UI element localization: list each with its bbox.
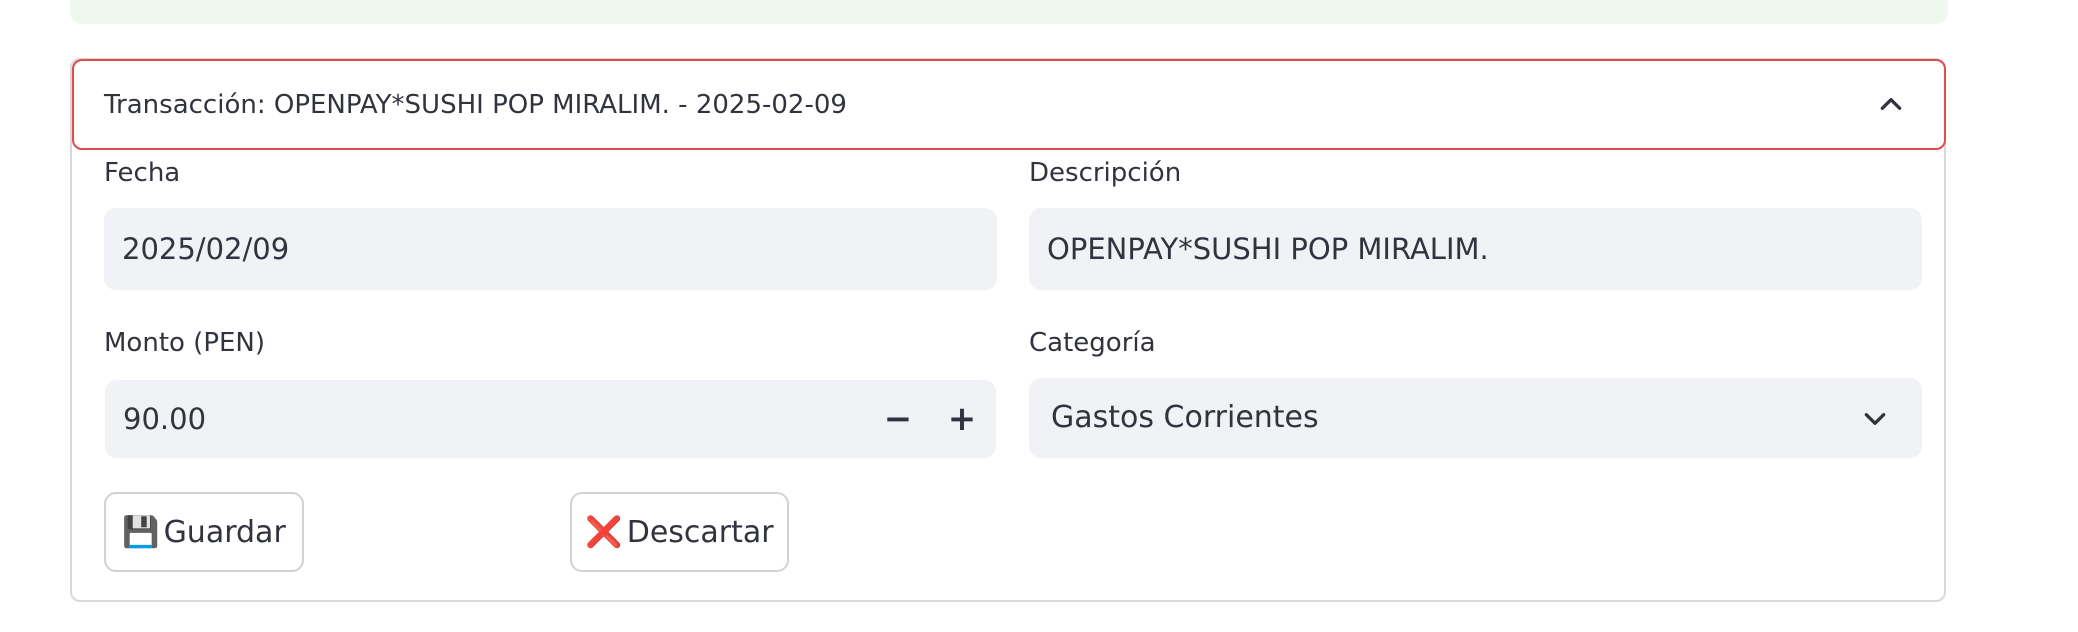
decrement-button[interactable]: − <box>868 380 928 458</box>
expander-title: Transacción: OPENPAY*SUSHI POP MIRALIM. … <box>104 90 847 120</box>
category-label: Categoría <box>1029 328 1156 358</box>
red-x-icon: ❌ <box>585 514 623 550</box>
chevron-up-icon[interactable] <box>1878 91 1904 117</box>
date-label: Fecha <box>104 158 181 188</box>
save-button-label: Guardar <box>163 514 286 550</box>
floppy-disk-icon: 💾 <box>122 514 160 550</box>
chevron-down-icon[interactable] <box>1862 406 1888 432</box>
description-label: Descripción <box>1029 158 1182 188</box>
success-banner <box>70 0 1948 24</box>
date-input[interactable] <box>104 208 997 290</box>
amount-input[interactable] <box>105 380 865 458</box>
amount-stepper[interactable]: − + <box>105 380 996 458</box>
discard-button-label: Descartar <box>626 514 774 550</box>
discard-button[interactable]: ❌ Descartar <box>570 492 789 572</box>
description-input[interactable] <box>1029 208 1922 290</box>
save-button[interactable]: 💾 Guardar <box>104 492 304 572</box>
category-select[interactable]: Gastos Corrientes <box>1029 378 1922 458</box>
expander-header[interactable]: Transacción: OPENPAY*SUSHI POP MIRALIM. … <box>72 59 1946 150</box>
date-field[interactable] <box>104 208 997 290</box>
increment-button[interactable]: + <box>932 380 992 458</box>
description-field[interactable] <box>1029 208 1922 290</box>
amount-label: Monto (PEN) <box>104 328 266 358</box>
category-selected-value: Gastos Corrientes <box>1051 400 1319 435</box>
